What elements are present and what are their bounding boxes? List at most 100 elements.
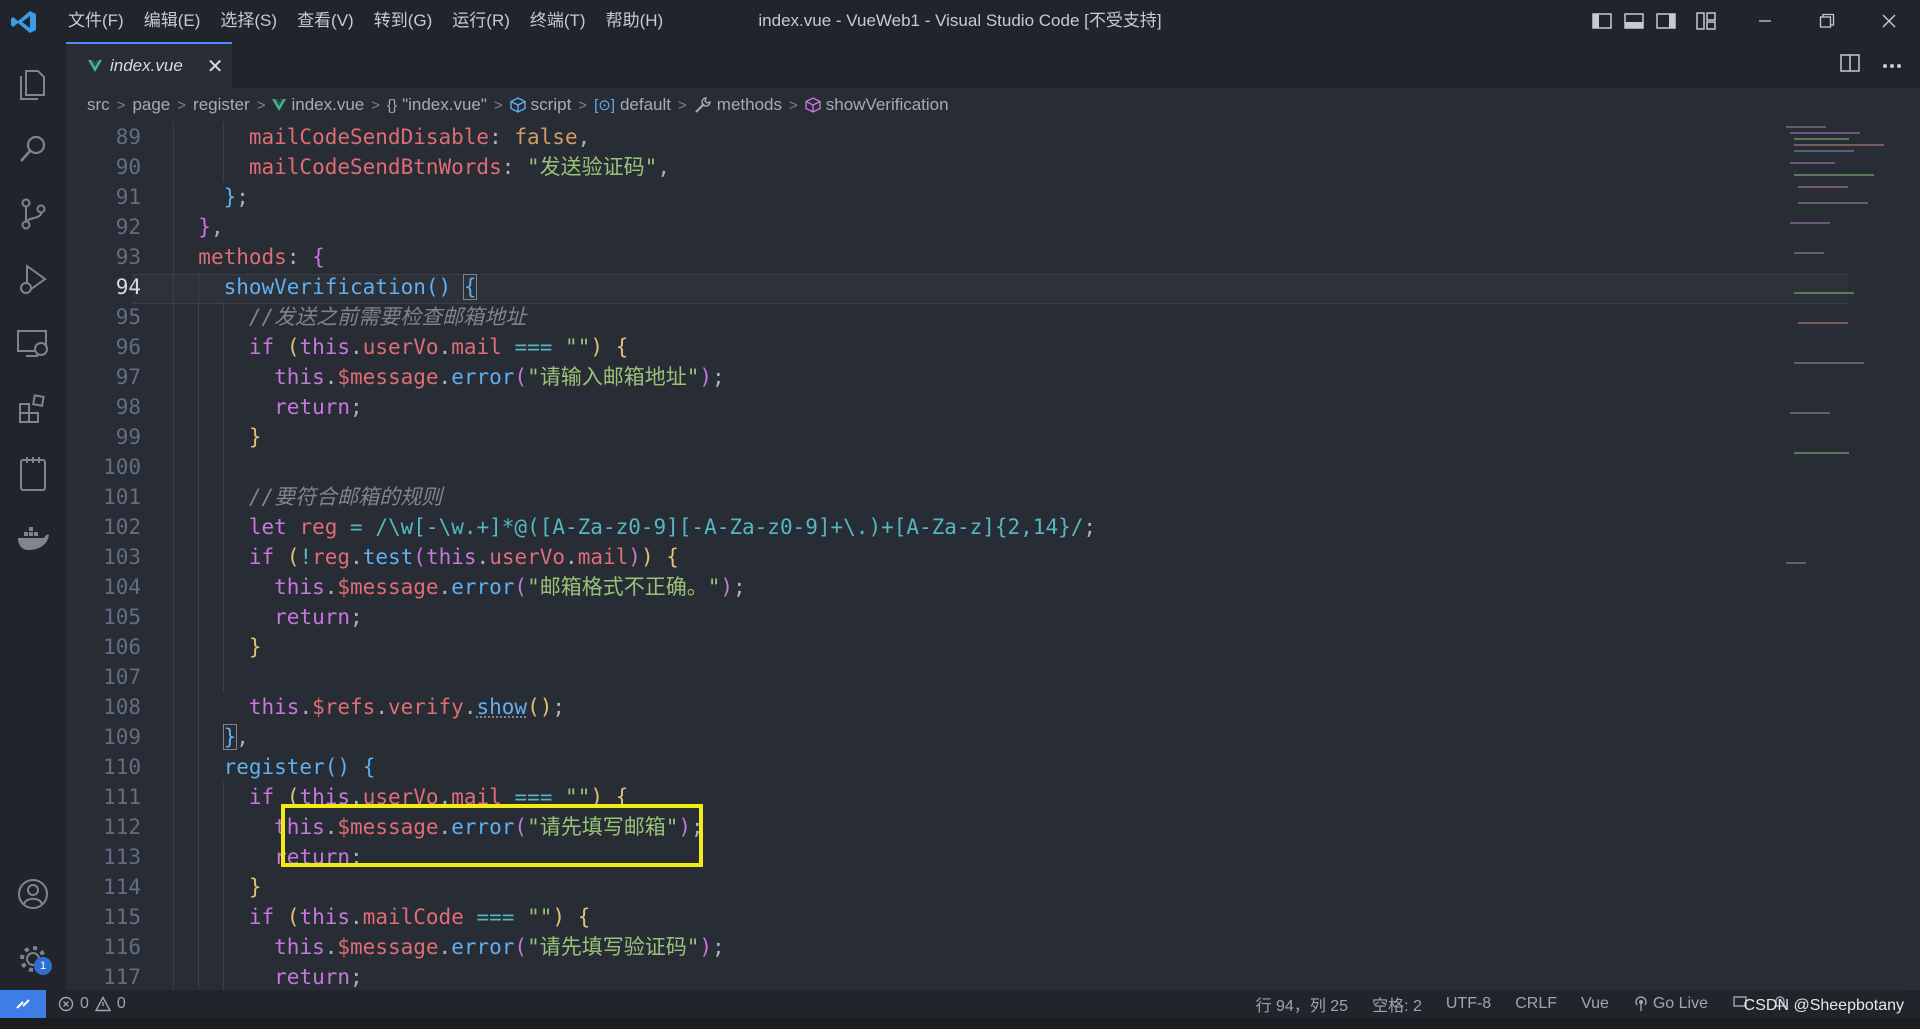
line-number: 93 (115, 245, 141, 269)
regex-literal: /\w[-\w.+]*@([A-Za-z0-9][-A-Za-z0-9]+\.)… (375, 515, 1084, 539)
vscode-logo-icon (11, 11, 36, 33)
remote-explorer-icon[interactable] (0, 312, 66, 376)
encoding[interactable]: UTF-8 (1446, 995, 1491, 1013)
code-line: mailCodeSendBtnWords: "发送验证码", (248, 155, 670, 179)
account-icon[interactable] (0, 862, 66, 926)
title-bar-controls (1586, 0, 1920, 42)
highlight-annotation-box (281, 804, 703, 867)
breadcrumb-item-showverification[interactable]: showVerification (805, 95, 949, 115)
line-number-active: 94 (115, 275, 141, 299)
problems-indicator[interactable]: 0 0 (58, 990, 126, 1018)
menu-edit[interactable]: 编辑(E) (134, 0, 211, 42)
menu-terminal[interactable]: 终端(T) (520, 0, 596, 42)
activity-bar: 1 (0, 42, 66, 990)
code-line: } (248, 875, 262, 899)
settings-gear-icon[interactable]: 1 (0, 927, 66, 991)
go-live-label: Go Live (1652, 995, 1708, 1012)
code-line: this.$refs.verify.show(); (248, 695, 566, 719)
string-literal: "" (527, 905, 553, 929)
breadcrumb-item-module[interactable]: {} "index.vue" (387, 95, 487, 115)
line-number: 117 (103, 965, 141, 989)
code-line: return; (274, 395, 363, 419)
code-line: this.$message.error("请输入邮箱地址"); (274, 365, 725, 389)
breadcrumb: src > page > register > index.vue > {} "… (66, 88, 1920, 122)
code-line: if (this.mailCode === "") { (248, 905, 591, 929)
vue-file-icon (88, 60, 102, 72)
breadcrumb-file-label: index.vue (291, 95, 365, 114)
run-debug-icon[interactable] (0, 247, 66, 311)
menu-view[interactable]: 查看(V) (287, 0, 364, 42)
menu-selection[interactable]: 选择(S) (210, 0, 287, 42)
braces-icon: {} (387, 96, 398, 114)
menu-go[interactable]: 转到(G) (364, 0, 443, 42)
menu-file[interactable]: 文件(F) (58, 0, 134, 42)
code-line: }; (223, 185, 249, 209)
code-line: //发送之前需要检查邮箱地址 (173, 302, 526, 332)
tab-index-vue[interactable]: index.vue ✕ (66, 42, 232, 88)
split-editor-icon[interactable] (1840, 53, 1860, 77)
customize-layout-icon[interactable] (1690, 0, 1722, 42)
taskbar-strip (0, 1018, 1920, 1029)
line-number: 98 (115, 395, 141, 419)
notes-icon[interactable] (0, 442, 66, 506)
chevron-right-icon: > (578, 96, 588, 114)
line-number: 108 (103, 695, 141, 719)
go-live-button[interactable]: Go Live (1633, 995, 1708, 1013)
code-editor[interactable]: 89 90 91 92 93 94 95 96 97 98 99 100 101… (66, 122, 1920, 990)
code-line: let reg = /\w[-\w.+]*@([A-Za-z0-9][-A-Za… (248, 515, 1097, 539)
more-actions-icon[interactable] (1882, 56, 1902, 74)
breadcrumb-item-file[interactable]: index.vue (272, 95, 364, 115)
csdn-watermark: CSDN @Sheepbotany (1743, 997, 1904, 1014)
code-line: }, (198, 215, 224, 239)
tab-close-icon[interactable]: ✕ (207, 54, 224, 79)
breadcrumb-item-page[interactable]: page (132, 95, 170, 115)
minimize-button[interactable] (1734, 0, 1796, 42)
menu-help[interactable]: 帮助(H) (596, 0, 674, 42)
line-number: 90 (115, 155, 141, 179)
breadcrumb-item-methods[interactable]: methods (694, 95, 782, 115)
docker-icon[interactable] (0, 507, 66, 571)
breadcrumb-item-script[interactable]: script (509, 95, 571, 115)
string-literal: "邮箱格式不正确。" (527, 575, 721, 599)
chevron-right-icon: > (256, 96, 266, 114)
line-number: 109 (103, 725, 141, 749)
toggle-panel-icon[interactable] (1618, 0, 1650, 42)
cube-icon (509, 97, 526, 113)
toggle-secondary-sidebar-icon[interactable] (1650, 0, 1682, 42)
close-window-button[interactable] (1858, 0, 1920, 42)
minimap[interactable] (1780, 122, 1900, 990)
explorer-icon[interactable] (0, 52, 66, 116)
code-line: }, (222, 724, 249, 750)
toggle-primary-sidebar-icon[interactable] (1586, 0, 1618, 42)
restore-button[interactable] (1796, 0, 1858, 42)
chevron-right-icon: > (493, 96, 503, 114)
warning-count: 0 (116, 995, 126, 1012)
cursor-position[interactable]: 行 94，列 25 (1256, 992, 1349, 1016)
menu-run[interactable]: 运行(R) (442, 0, 520, 42)
code-line: if (this.userVo.mail === "") { (248, 335, 629, 359)
breadcrumb-item-default[interactable]: [⊙] default (594, 95, 671, 115)
code-line: } (248, 635, 262, 659)
breadcrumb-item-src[interactable]: src (87, 95, 110, 115)
breadcrumb-default-label: default (619, 95, 672, 114)
vertical-scrollbar[interactable] (1906, 122, 1920, 990)
chevron-right-icon: > (371, 96, 381, 114)
line-number: 97 (115, 365, 141, 389)
indentation[interactable]: 空格: 2 (1372, 992, 1422, 1016)
code-line: return; (274, 605, 363, 629)
line-number: 104 (103, 575, 141, 599)
string-literal: "发送验证码" (527, 155, 658, 179)
extensions-icon[interactable] (0, 377, 66, 441)
string-literal: "请输入邮箱地址" (527, 365, 700, 389)
line-number: 103 (103, 545, 141, 569)
breadcrumb-item-register[interactable]: register (193, 95, 250, 115)
line-ending[interactable]: CRLF (1515, 995, 1557, 1013)
line-number: 101 (103, 485, 141, 509)
line-number: 102 (103, 515, 141, 539)
chevron-right-icon: > (116, 96, 126, 114)
source-control-icon[interactable] (0, 182, 66, 246)
chevron-right-icon: > (177, 96, 187, 114)
remote-indicator-icon[interactable] (0, 990, 46, 1018)
search-icon[interactable] (0, 117, 66, 181)
language-mode[interactable]: Vue (1581, 995, 1609, 1013)
